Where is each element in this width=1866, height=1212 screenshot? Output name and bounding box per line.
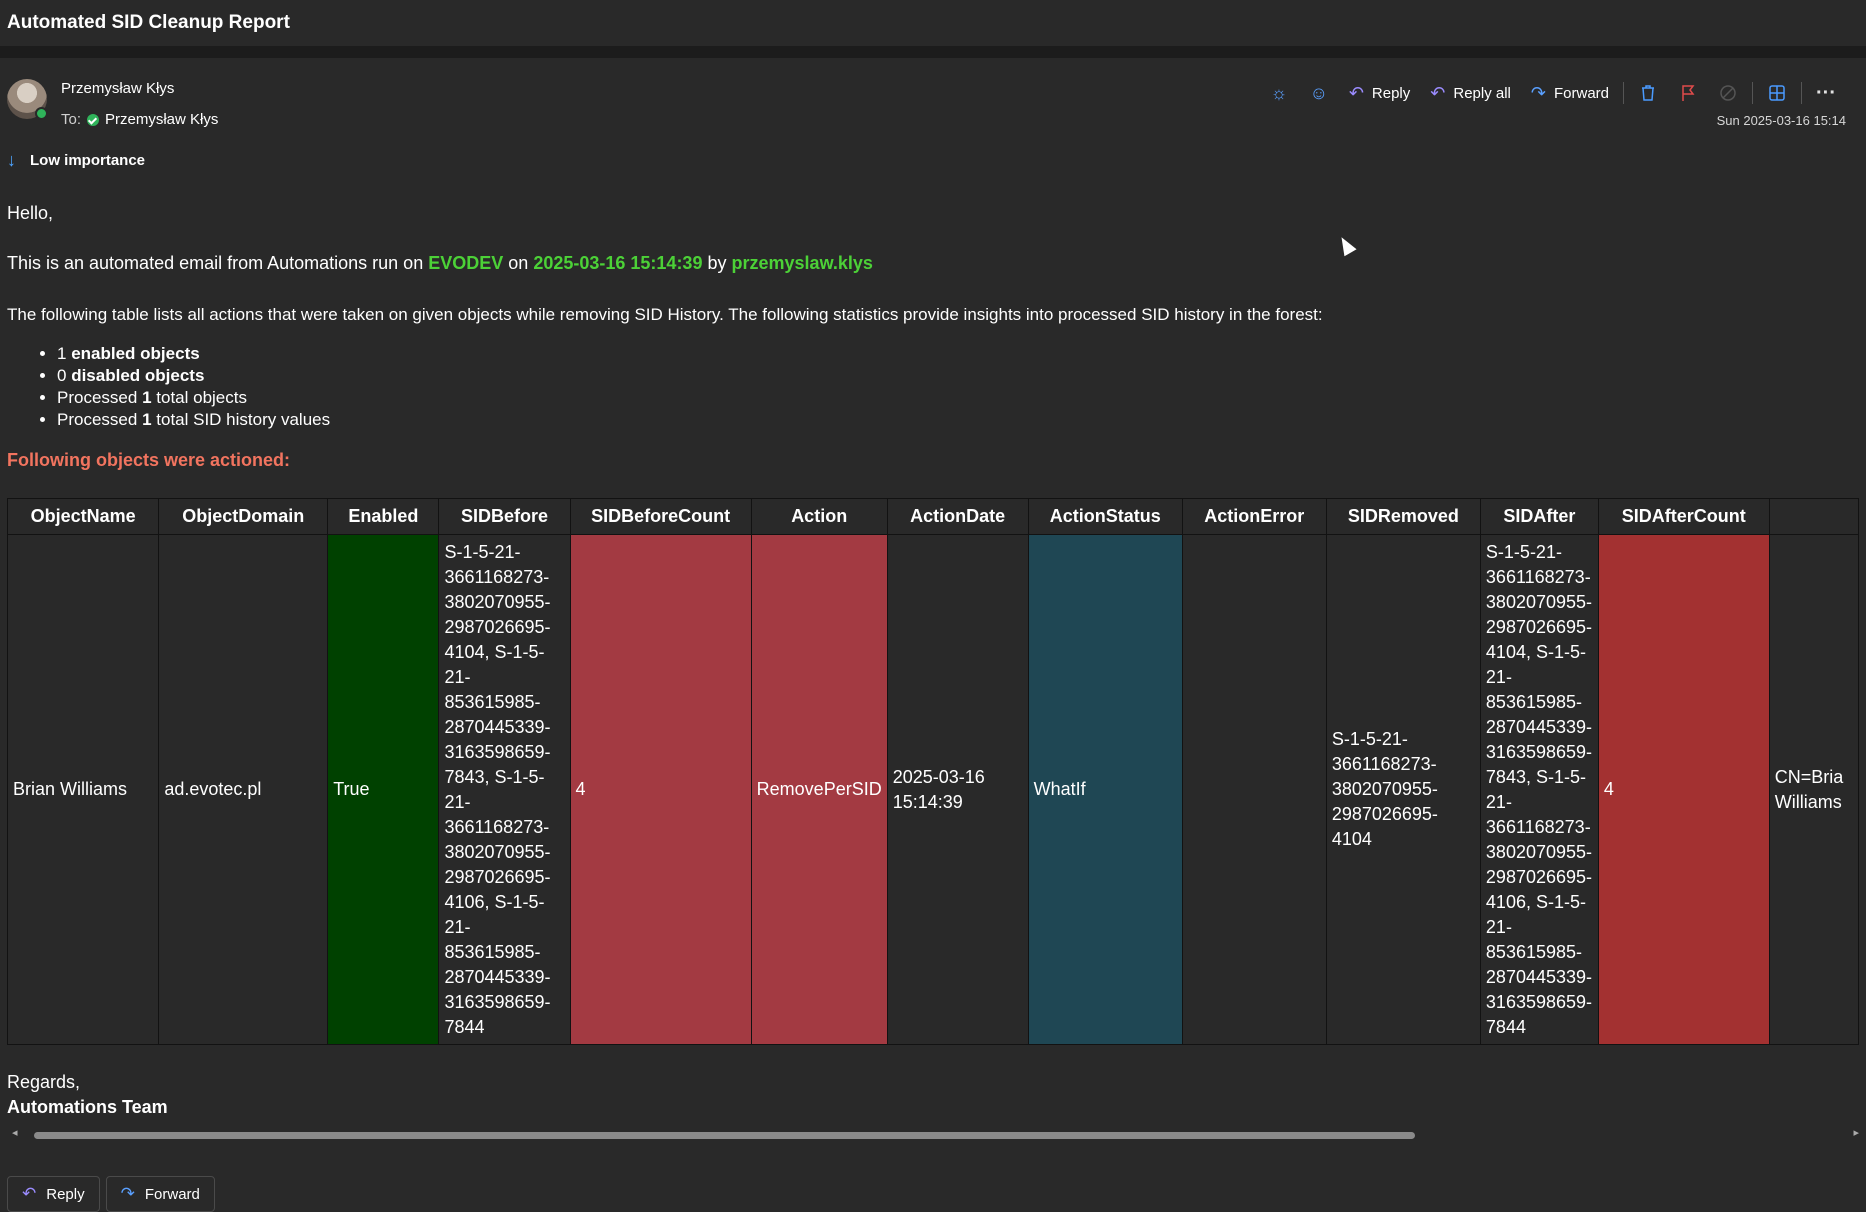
regards: Regards,: [7, 1072, 81, 1092]
column-header: SIDBeforeCount: [569, 498, 752, 535]
column-header: ObjectName: [7, 498, 160, 535]
column-header: SIDRemoved: [1325, 498, 1481, 535]
bottom-reply-button[interactable]: ↶ Reply: [7, 1176, 100, 1212]
trash-icon[interactable]: [1628, 78, 1668, 108]
list-item: 0 disabled objects: [57, 365, 330, 387]
to-label: To:: [61, 111, 82, 128]
sender-name[interactable]: Przemysław Kłys: [61, 80, 174, 97]
intro-line: This is an automated email from Automati…: [7, 253, 873, 274]
cell-sid-removed: S-1-5-21-3661168273-3802070955-298702669…: [1325, 534, 1481, 1045]
description: The following table lists all actions th…: [7, 305, 1323, 324]
toolbar-separator: [1801, 82, 1802, 104]
reply-label: Reply: [1371, 84, 1411, 102]
importance-label: Low importance: [30, 152, 146, 169]
apps-icon[interactable]: [1757, 78, 1797, 108]
intro-prefix: This is an automated email from Automati…: [7, 253, 424, 273]
actioned-heading: Following objects were actioned:: [7, 450, 291, 470]
cell-enabled: True: [327, 534, 440, 1045]
forward-label: Forward: [144, 1185, 200, 1203]
list-item: Processed 1 total SID history values: [57, 409, 330, 431]
results-table-container: ObjectName ObjectDomain Enabled SIDBefor…: [7, 498, 1859, 1046]
scrollbar-thumb[interactable]: [34, 1132, 1415, 1139]
column-header: SIDAfter: [1479, 498, 1599, 535]
forward-button[interactable]: ↷ Forward: [1521, 78, 1619, 108]
list-item: Processed 1 total objects: [57, 387, 330, 409]
column-header: [1768, 498, 1859, 535]
cell-object-domain: ad.evotec.pl: [158, 534, 329, 1045]
run-user: przemyslaw.klys: [731, 253, 873, 273]
host-name: EVODEV: [428, 253, 504, 273]
cell-action-date: 2025-03-16 15:14:39: [886, 534, 1029, 1045]
sun-icon[interactable]: ☼: [1259, 78, 1299, 108]
statistics-list: 1 enabled objects 0 disabled objects Pro…: [7, 343, 330, 431]
cell-object-name: Brian Williams: [7, 534, 160, 1045]
list-item: 1 enabled objects: [57, 343, 330, 365]
reply-button[interactable]: ↶ Reply: [1339, 78, 1420, 108]
reply-label: Reply: [46, 1185, 85, 1203]
signature: Automations Team: [7, 1097, 168, 1117]
column-header: ActionStatus: [1027, 498, 1183, 535]
toolbar-separator: [1623, 82, 1624, 104]
forward-icon: ↷: [120, 1184, 135, 1203]
column-header: SIDAfterCount: [1597, 498, 1770, 535]
cell-action-status: WhatIf: [1027, 534, 1183, 1045]
column-header: Enabled: [327, 498, 440, 535]
cell-action-error: [1181, 534, 1327, 1045]
recipient-line: To: Przemysław Kłys: [61, 111, 218, 128]
bottom-forward-button[interactable]: ↷ Forward: [105, 1176, 215, 1212]
greeting: Hello,: [7, 203, 54, 223]
on-word: on: [508, 253, 529, 273]
message-header: Przemysław Kłys To: Przemysław Kłys ↓ Lo…: [0, 58, 1866, 178]
block-icon[interactable]: [1708, 78, 1748, 108]
forward-label: Forward: [1553, 84, 1609, 102]
horizontal-scrollbar[interactable]: ◂ ▸: [7, 1126, 1859, 1142]
table-row: Brian Williams ad.evotec.pl True S-1-5-2…: [7, 534, 1859, 1045]
smiley-icon[interactable]: ☺: [1299, 78, 1339, 108]
message-date: Sun 2025-03-16 15:14: [1716, 113, 1846, 128]
flag-icon[interactable]: [1668, 78, 1708, 108]
reply-icon: ↶: [22, 1184, 37, 1203]
toolbar-separator: [1752, 82, 1753, 104]
column-header: SIDBefore: [438, 498, 571, 535]
cell-distinguished-name: CN=Bria Williams: [1768, 534, 1859, 1045]
title-bar: Automated SID Cleanup Report: [0, 0, 1866, 47]
column-header: ObjectDomain: [158, 498, 329, 535]
importance-indicator: ↓ Low importance: [7, 150, 145, 171]
column-header: Action: [750, 498, 888, 535]
table-header-row: ObjectName ObjectDomain Enabled SIDBefor…: [7, 498, 1859, 535]
recipient-status-icon: [87, 113, 100, 126]
scroll-left-icon[interactable]: ◂: [12, 1126, 18, 1139]
reply-all-button[interactable]: ↶ Reply all: [1420, 78, 1521, 108]
results-table: ObjectName ObjectDomain Enabled SIDBefor…: [7, 498, 1859, 1045]
arrow-down-icon: ↓: [7, 150, 16, 170]
reply-all-label: Reply all: [1453, 84, 1511, 102]
recipient-name[interactable]: Przemysław Kłys: [105, 111, 218, 128]
divider: [0, 46, 1866, 58]
reply-all-icon: ↶: [1430, 82, 1446, 103]
scroll-right-icon[interactable]: ▸: [1853, 1126, 1859, 1139]
reply-icon: ↶: [1348, 82, 1364, 103]
column-header: ActionError: [1181, 498, 1327, 535]
cell-sid-after-count: 4: [1597, 534, 1770, 1045]
by-word: by: [707, 253, 727, 273]
message-toolbar: ☼ ☺ ↶ Reply ↶ Reply all ↷ Forward ···: [1259, 78, 1846, 108]
cell-sid-before: S-1-5-21-3661168273-3802070955-298702669…: [438, 534, 571, 1045]
mouse-cursor-icon: [1335, 233, 1357, 257]
email-subject: Automated SID Cleanup Report: [7, 12, 290, 33]
column-header: ActionDate: [886, 498, 1029, 535]
cell-sid-after: S-1-5-21-3661168273-3802070955-298702669…: [1479, 534, 1599, 1045]
run-date: 2025-03-16 15:14:39: [533, 253, 703, 273]
quick-actions: ↶ Reply ↷ Forward: [7, 1176, 215, 1212]
forward-icon: ↷: [1530, 82, 1546, 103]
more-icon[interactable]: ···: [1806, 78, 1846, 108]
cell-sid-before-count: 4: [569, 534, 752, 1045]
presence-icon: [35, 107, 48, 120]
cell-action: RemovePerSID: [750, 534, 888, 1045]
